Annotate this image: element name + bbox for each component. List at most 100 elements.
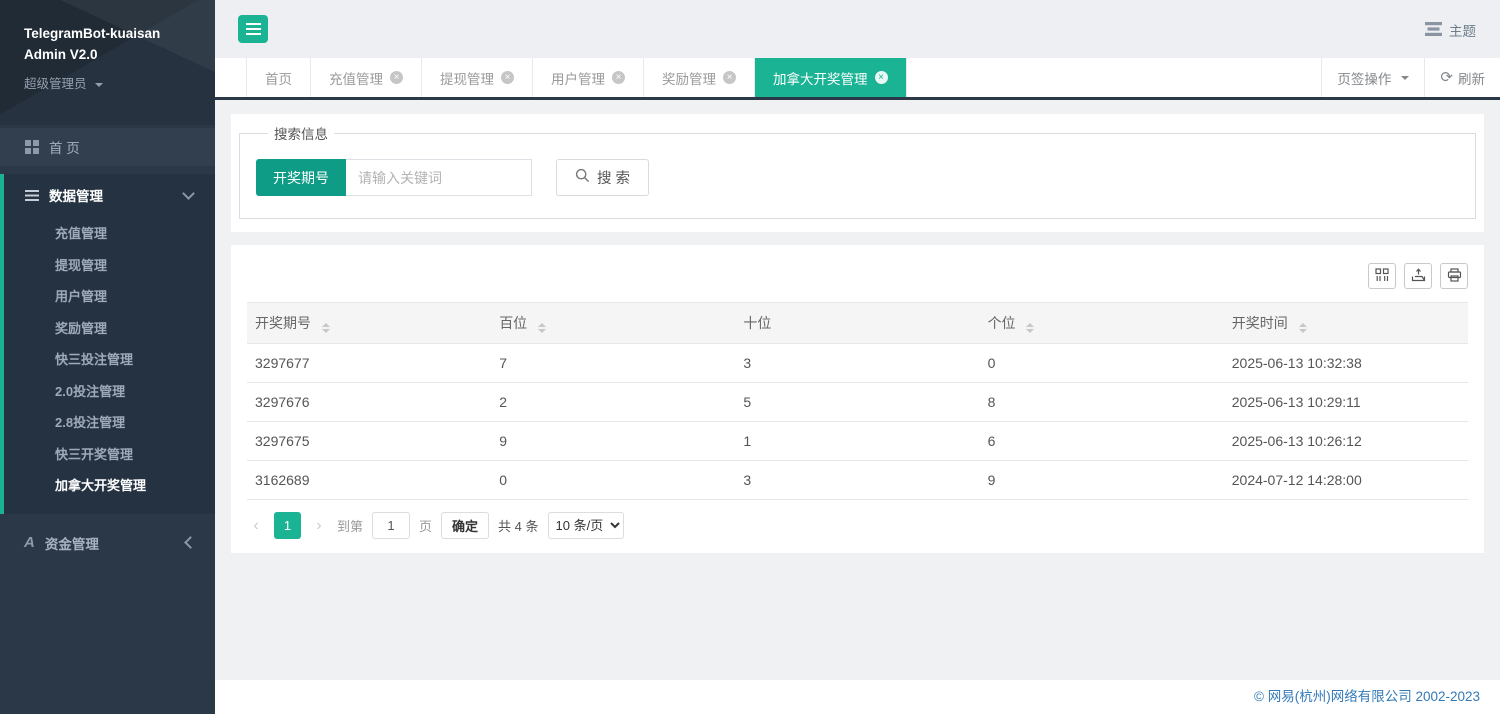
tabbar-spacer bbox=[215, 58, 247, 97]
sort-icon[interactable] bbox=[1026, 323, 1034, 333]
column-header-draw-time[interactable]: 开奖时间 bbox=[1224, 303, 1468, 344]
tab-close-icon[interactable]: × bbox=[875, 71, 888, 84]
brand-header: TelegramBot-kuaisan Admin V2.0 超级管理员 bbox=[0, 0, 215, 125]
cell-hundreds: 7 bbox=[491, 344, 735, 383]
current-page-button[interactable]: 1 bbox=[274, 512, 301, 539]
sidebar: TelegramBot-kuaisan Admin V2.0 超级管理员 首 页 bbox=[0, 0, 215, 714]
table-row: 3162689 0 3 9 2024-07-12 14:28:00 bbox=[247, 461, 1468, 500]
sidebar-nav: 首 页 数据管理 充值管理 提现管理 用户管理 奖励管理 快三投注管理 2.0投… bbox=[0, 128, 215, 564]
cell-ones: 0 bbox=[980, 344, 1224, 383]
tab-operations-dropdown[interactable]: 页签操作 bbox=[1321, 58, 1424, 97]
table-row: 3297677 7 3 0 2025-06-13 10:32:38 bbox=[247, 344, 1468, 383]
tab-recharge-label: 充值管理 bbox=[329, 68, 383, 88]
tab-rewards[interactable]: 奖励管理 × bbox=[644, 58, 755, 97]
cell-issue: 3162689 bbox=[247, 461, 491, 500]
main-area: 主题 首页 充值管理 × 提现管理 × 用户管理 × 奖励管理 × bbox=[215, 0, 1500, 714]
sidebar-item-bets-20[interactable]: 2.0投注管理 bbox=[4, 376, 215, 408]
column-header-tens[interactable]: 十位 bbox=[735, 303, 979, 344]
goto-page-suffix: 页 bbox=[419, 516, 432, 535]
sidebar-item-canada-draws[interactable]: 加拿大开奖管理 bbox=[4, 470, 215, 502]
sidebar-group-funds-label: 资金管理 bbox=[45, 533, 99, 553]
confirm-page-button[interactable]: 确定 bbox=[441, 512, 489, 539]
print-button[interactable] bbox=[1440, 263, 1468, 289]
columns-toggle-button[interactable] bbox=[1368, 263, 1396, 289]
user-role-label: 超级管理员 bbox=[24, 77, 87, 91]
cell-tens: 3 bbox=[735, 461, 979, 500]
refresh-icon: ⟳ bbox=[1440, 70, 1453, 85]
sidebar-submenu-data: 充值管理 提现管理 用户管理 奖励管理 快三投注管理 2.0投注管理 2.8投注… bbox=[4, 216, 215, 514]
sidebar-item-bets-28[interactable]: 2.8投注管理 bbox=[4, 407, 215, 439]
search-legend: 搜索信息 bbox=[268, 123, 334, 143]
app-title: TelegramBot-kuaisan Admin V2.0 bbox=[24, 24, 191, 66]
sidebar-item-kuai3-bets[interactable]: 快三投注管理 bbox=[4, 344, 215, 376]
column-header-hundreds-label: 百位 bbox=[499, 315, 527, 331]
tab-canada-lottery-label: 加拿大开奖管理 bbox=[773, 68, 868, 88]
search-icon bbox=[575, 168, 590, 187]
cell-issue: 3297675 bbox=[247, 422, 491, 461]
keyword-input[interactable] bbox=[346, 159, 532, 196]
funds-icon: A bbox=[24, 534, 35, 551]
cell-draw-time: 2025-06-13 10:26:12 bbox=[1224, 422, 1468, 461]
tab-withdraw[interactable]: 提现管理 × bbox=[422, 58, 533, 97]
chevron-left-icon bbox=[184, 536, 197, 549]
tab-users[interactable]: 用户管理 × bbox=[533, 58, 644, 97]
table-header-row: 开奖期号 百位 十位 个位 bbox=[247, 303, 1468, 344]
user-role-dropdown[interactable]: 超级管理员 bbox=[24, 73, 191, 92]
sidebar-item-home-label: 首 页 bbox=[49, 137, 80, 157]
tab-close-icon[interactable]: × bbox=[501, 71, 514, 84]
column-header-draw-time-label: 开奖时间 bbox=[1232, 315, 1288, 331]
search-fieldset: 搜索信息 开奖期号 搜 索 bbox=[239, 123, 1476, 219]
tab-canada-lottery[interactable]: 加拿大开奖管理 × bbox=[755, 58, 907, 97]
sidebar-group-data-toggle[interactable]: 数据管理 bbox=[4, 174, 215, 216]
results-table: 开奖期号 百位 十位 个位 bbox=[247, 302, 1468, 500]
goto-page-input[interactable] bbox=[372, 512, 410, 539]
sidebar-item-withdraw[interactable]: 提现管理 bbox=[4, 250, 215, 282]
export-icon bbox=[1411, 268, 1426, 285]
sidebar-item-recharge[interactable]: 充值管理 bbox=[4, 218, 215, 250]
tab-home[interactable]: 首页 bbox=[247, 58, 311, 97]
tab-close-icon[interactable]: × bbox=[390, 71, 403, 84]
tab-withdraw-label: 提现管理 bbox=[440, 68, 494, 88]
column-header-ones[interactable]: 个位 bbox=[980, 303, 1224, 344]
tab-close-icon[interactable]: × bbox=[612, 71, 625, 84]
sidebar-item-rewards[interactable]: 奖励管理 bbox=[4, 313, 215, 345]
sort-icon[interactable] bbox=[322, 323, 330, 333]
tab-close-icon[interactable]: × bbox=[723, 71, 736, 84]
search-field-label-button[interactable]: 开奖期号 bbox=[256, 159, 346, 196]
app-title-line1: TelegramBot-kuaisan bbox=[24, 24, 191, 45]
cell-ones: 6 bbox=[980, 422, 1224, 461]
column-header-issue[interactable]: 开奖期号 bbox=[247, 303, 491, 344]
caret-down-icon bbox=[1401, 76, 1409, 80]
sort-icon[interactable] bbox=[538, 323, 546, 333]
next-page-button[interactable]: › bbox=[310, 517, 328, 535]
chevron-down-icon bbox=[182, 187, 195, 200]
sidebar-item-kuai3-draws[interactable]: 快三开奖管理 bbox=[4, 439, 215, 471]
export-button[interactable] bbox=[1404, 263, 1432, 289]
column-header-tens-label: 十位 bbox=[743, 315, 771, 331]
sidebar-item-users[interactable]: 用户管理 bbox=[4, 281, 215, 313]
copyright-link[interactable]: © 网易(杭州)网络有限公司 2002-2023 bbox=[1254, 689, 1480, 704]
total-count-label: 共 4 条 bbox=[498, 516, 538, 535]
column-header-hundreds[interactable]: 百位 bbox=[491, 303, 735, 344]
column-header-ones-label: 个位 bbox=[988, 315, 1016, 331]
prev-page-button[interactable]: ‹ bbox=[247, 517, 265, 535]
refresh-button[interactable]: ⟳ 刷新 bbox=[1424, 58, 1500, 97]
sidebar-toggle-button[interactable] bbox=[238, 15, 268, 43]
cell-hundreds: 2 bbox=[491, 383, 735, 422]
cell-tens: 1 bbox=[735, 422, 979, 461]
pagination: ‹ 1 › 到第 页 确定 共 4 条 10 条/页 bbox=[247, 500, 1468, 539]
page-size-select[interactable]: 10 条/页 bbox=[548, 512, 624, 539]
theme-button[interactable]: 主题 bbox=[1425, 20, 1476, 40]
cell-hundreds: 0 bbox=[491, 461, 735, 500]
keyword-input-group: 开奖期号 bbox=[256, 159, 532, 196]
tab-recharge[interactable]: 充值管理 × bbox=[311, 58, 422, 97]
cell-issue: 3297676 bbox=[247, 383, 491, 422]
theme-label: 主题 bbox=[1449, 20, 1476, 40]
cell-draw-time: 2024-07-12 14:28:00 bbox=[1224, 461, 1468, 500]
sidebar-group-data: 数据管理 充值管理 提现管理 用户管理 奖励管理 快三投注管理 2.0投注管理 … bbox=[0, 174, 215, 514]
search-button[interactable]: 搜 索 bbox=[556, 159, 649, 196]
sidebar-item-home[interactable]: 首 页 bbox=[0, 128, 215, 166]
sort-icon[interactable] bbox=[1299, 323, 1307, 333]
sidebar-group-funds-toggle[interactable]: A 资金管理 bbox=[0, 522, 215, 564]
tabbar: 首页 充值管理 × 提现管理 × 用户管理 × 奖励管理 × 加拿大开奖管理 × bbox=[215, 58, 1500, 100]
